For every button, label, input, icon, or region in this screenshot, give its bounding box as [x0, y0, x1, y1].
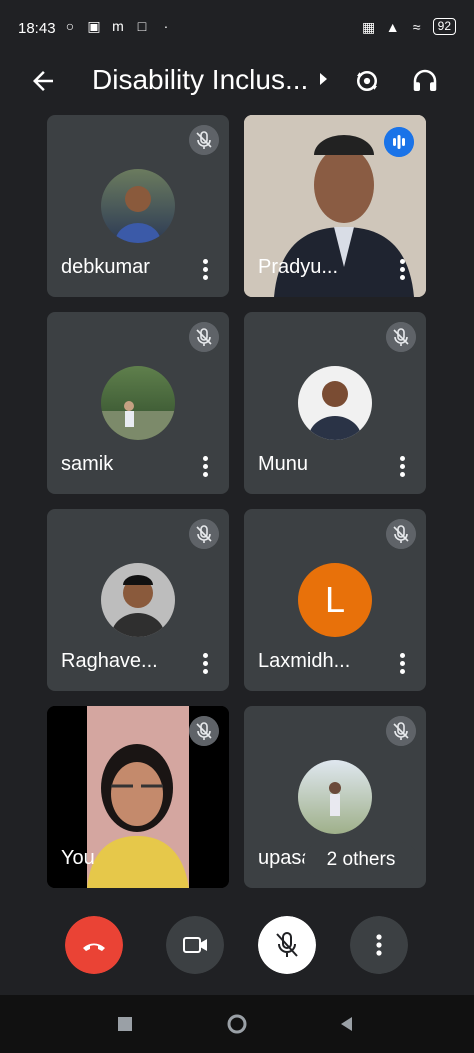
avatar: [101, 366, 175, 440]
status-bar: 18:43 ○ ▣ m □ · ▦ ▲ ≈ 92: [0, 0, 474, 56]
avatar: [101, 563, 175, 637]
mic-off-icon: [189, 716, 219, 746]
participant-tile[interactable]: Pradyu...: [244, 115, 426, 297]
more-options-icon[interactable]: [203, 259, 209, 280]
participant-name: Munu: [258, 453, 309, 475]
participant-tile[interactable]: Munu: [244, 312, 426, 494]
microphone-button[interactable]: [258, 916, 316, 974]
battery-icon: 92: [432, 18, 456, 35]
headphone-icon: ○: [65, 18, 75, 34]
video-icon: □: [137, 18, 147, 34]
volte-icon: ▦: [362, 18, 376, 35]
participant-name: Raghave...: [61, 650, 158, 672]
back-arrow-icon[interactable]: [28, 66, 58, 96]
more-options-button[interactable]: [350, 916, 408, 974]
mic-off-icon: [386, 322, 416, 352]
participant-tile[interactable]: debkumar: [47, 115, 229, 297]
call-controls: [0, 912, 474, 976]
more-options-icon[interactable]: [203, 653, 209, 674]
home-icon[interactable]: [226, 1013, 248, 1035]
avatar: [298, 366, 372, 440]
camera-button[interactable]: [166, 916, 224, 974]
participant-name: You: [61, 847, 95, 869]
avatar: [101, 169, 175, 243]
avatar: [298, 760, 372, 834]
back-nav-icon[interactable]: [338, 1015, 356, 1033]
speaking-indicator-icon: [384, 127, 414, 157]
signal-icon: ▲: [385, 18, 400, 35]
dot-icon: ·: [163, 18, 169, 34]
notification-icons: ○ ▣ m □ ·: [62, 18, 174, 34]
mic-off-icon: [189, 125, 219, 155]
more-options-icon[interactable]: [400, 653, 406, 674]
system-icons: ▦ ▲ ≈ 92: [361, 18, 456, 35]
chevron-right-icon[interactable]: [320, 73, 327, 85]
mic-off-icon: [386, 716, 416, 746]
recents-icon[interactable]: [116, 1015, 134, 1033]
participant-tile[interactable]: Raghave...: [47, 509, 229, 691]
participant-name: debkumar: [61, 256, 150, 278]
system-nav-bar: [0, 995, 474, 1053]
end-call-button[interactable]: [65, 916, 123, 974]
meeting-header: Disability Inclus...: [0, 56, 474, 104]
mic-off-icon: [189, 322, 219, 352]
meeting-title[interactable]: Disability Inclus...: [92, 64, 308, 96]
others-indicator[interactable]: 2 others: [304, 842, 418, 878]
more-options-icon[interactable]: [400, 456, 406, 477]
mic-off-icon: [386, 519, 416, 549]
switch-camera-icon[interactable]: [352, 66, 382, 96]
wifi-icon: ≈: [412, 18, 421, 35]
headphones-icon[interactable]: [410, 66, 440, 96]
participant-tile[interactable]: L Laxmidh...: [244, 509, 426, 691]
participant-name: Pradyu...: [258, 256, 339, 278]
m-app-icon: m: [112, 18, 124, 34]
participant-name: samik: [61, 453, 114, 475]
participant-name: Laxmidh...: [258, 650, 351, 672]
app-icon: ▣: [87, 18, 101, 34]
participant-tile[interactable]: samik: [47, 312, 229, 494]
status-time: 18:43: [18, 20, 56, 37]
more-options-icon[interactable]: [400, 259, 406, 280]
letter-avatar: L: [298, 563, 372, 637]
more-options-icon[interactable]: [203, 456, 209, 477]
mic-off-icon: [189, 519, 219, 549]
self-tile[interactable]: You: [47, 706, 229, 888]
